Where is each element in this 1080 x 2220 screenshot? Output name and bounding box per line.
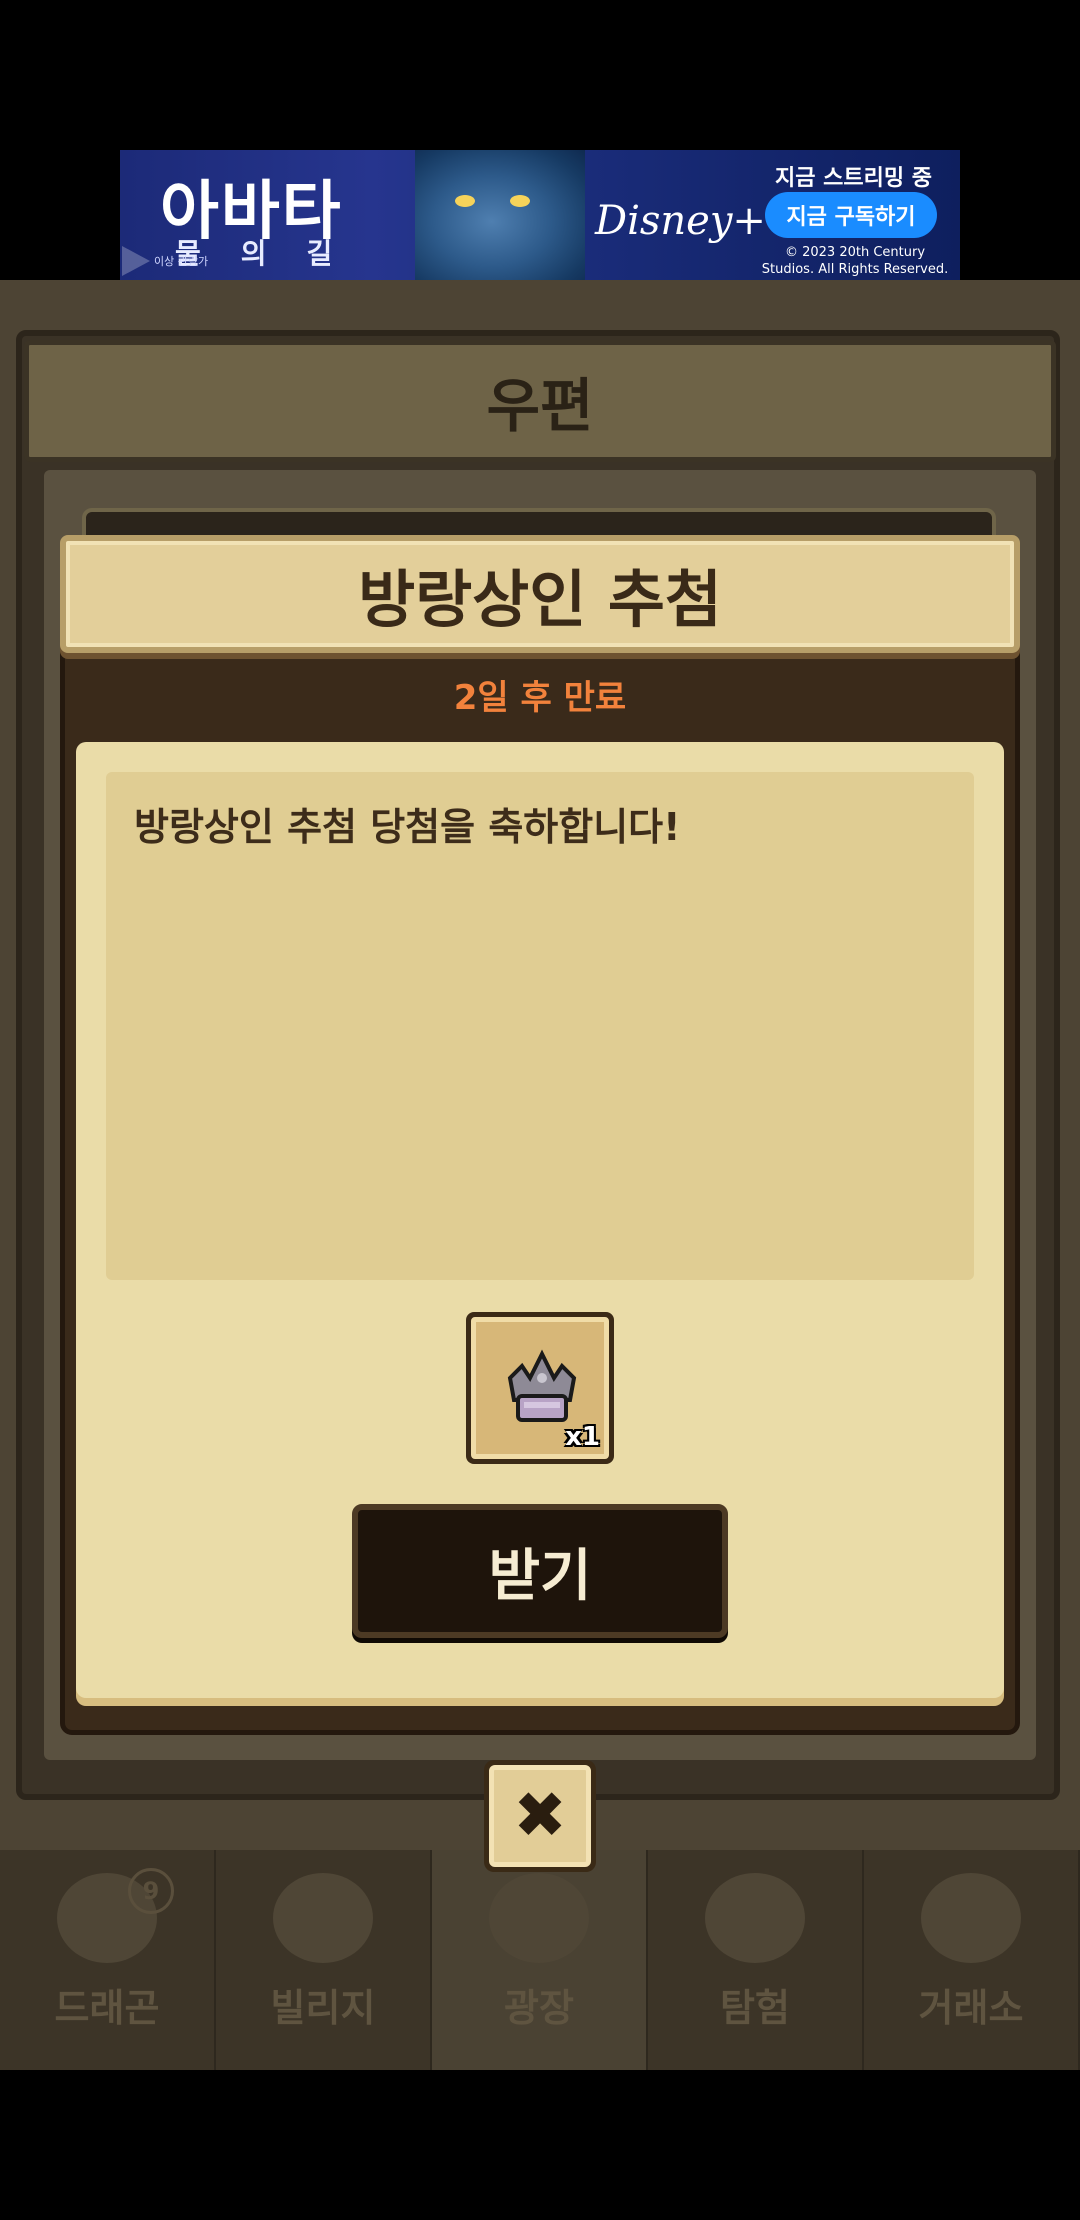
message-text: 방랑상인 추첨 당첨을 축하합니다! [134,805,681,849]
dialog-header: 방랑상인 추첨 [60,535,1020,653]
nav-item-dragon[interactable]: 9 드래곤 [0,1850,216,2070]
ad-character-image [415,150,585,280]
ad-rating-badge: 이상 관람가 [122,246,208,276]
nav-item-village[interactable]: 빌리지 [216,1850,432,2070]
nav-label: 거래소 [918,1986,1024,2030]
compass-icon [705,1873,805,1963]
scale-icon [921,1873,1021,1963]
nav-label: 빌리지 [270,1986,376,2030]
reward-item-slot[interactable]: x1 [466,1312,614,1464]
crown-icon [507,1349,577,1422]
item-quantity: x1 [565,1422,600,1452]
nav-badge: 9 [128,1868,174,1914]
play-icon [122,246,150,276]
bottom-bar [0,2070,1080,2220]
reward-item-frame: x1 [471,1317,609,1459]
nav-label: 드래곤 [54,1986,160,2030]
nav-label: 탐험 [720,1986,790,2030]
bottom-nav: 9 드래곤 빌리지 광장 탐험 거래소 [0,1850,1080,2070]
village-icon [273,1873,373,1963]
ad-copyright: © 2023 20th Century Studios. All Rights … [761,245,949,277]
nav-label: 광장 [504,1986,574,2030]
receive-button[interactable]: 받기 [352,1504,728,1638]
nav-item-exchange[interactable]: 거래소 [864,1850,1080,2070]
ad-subscribe-button[interactable]: 지금 구독하기 [765,192,937,238]
dialog-title: 방랑상인 추첨 [358,563,722,636]
mail-header: 우편 [24,340,1056,462]
plaza-icon [489,1873,589,1963]
expire-text: 2일 후 만료 [453,678,627,718]
ad-headline: 지금 스트리밍 중 [775,166,932,191]
nav-item-explore[interactable]: 탐험 [648,1850,864,2070]
ad-rating-text: 이상 관람가 [154,255,209,268]
nav-item-plaza[interactable]: 광장 [432,1850,648,2070]
ad-banner[interactable]: 아바타 물의길 Disney+ 지금 스트리밍 중 지금 구독하기 © 2023… [120,150,960,280]
close-button[interactable]: ✖ [484,1760,596,1872]
close-icon: ✖ [489,1765,591,1867]
ad-logo: Disney+ [595,198,766,244]
